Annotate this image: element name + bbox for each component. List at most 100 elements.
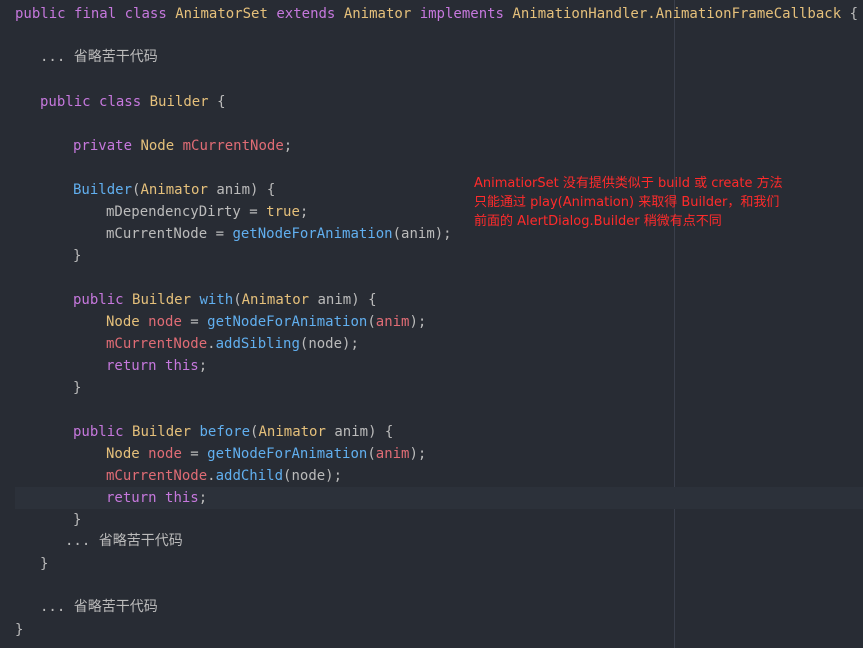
- semicolon: ;: [198, 358, 208, 374]
- class-name: Builder: [149, 94, 209, 110]
- brace: }: [40, 556, 49, 572]
- operator: =: [181, 446, 208, 462]
- keyword: class: [124, 6, 167, 22]
- keyword: implements: [419, 6, 504, 22]
- omitted-code-note: 省略苦干代码: [73, 49, 158, 65]
- code-line-close-brace[interactable]: }: [73, 245, 81, 267]
- constructor-name: Builder: [73, 182, 133, 198]
- type-name: Node: [140, 138, 175, 154]
- right-margin-guide: [674, 0, 675, 648]
- method-call: addChild: [215, 468, 284, 484]
- semicolon: ;: [283, 138, 293, 154]
- dot: .: [207, 336, 216, 352]
- variable-name: node: [148, 446, 182, 462]
- code-line-omitted[interactable]: ... 省略苦干代码: [40, 46, 158, 68]
- paren: (: [367, 314, 376, 330]
- paren-close: );: [409, 314, 427, 330]
- annotation-note: AnimatiorSet 没有提供类似于 build 或 create 方法 只…: [474, 174, 783, 231]
- field-name: mCurrentNode: [106, 336, 208, 352]
- paren: (: [367, 446, 376, 462]
- omitted-code-note: 省略苦干代码: [73, 599, 158, 615]
- keyword: class: [99, 94, 142, 110]
- ellipsis: ...: [40, 49, 66, 65]
- type-name: Node: [106, 314, 140, 330]
- param-rest: anim) {: [309, 292, 377, 308]
- code-line-add-child[interactable]: mCurrentNode.addChild(node);: [106, 465, 342, 487]
- operator: =: [240, 204, 267, 220]
- field-name: mDependencyDirty: [106, 204, 241, 220]
- argument: anim: [375, 446, 410, 462]
- dot: .: [207, 468, 216, 484]
- brace: }: [73, 512, 82, 528]
- call-args: (anim);: [392, 226, 452, 242]
- code-line-assign-current-node[interactable]: mCurrentNode = getNodeForAnimation(anim)…: [106, 223, 452, 245]
- paren-close: );: [409, 446, 427, 462]
- type-name: AnimationHandler.AnimationFrameCallback: [512, 6, 842, 22]
- ellipsis: ...: [65, 533, 91, 549]
- keyword: public: [73, 292, 124, 308]
- param-type: Animator: [258, 424, 326, 440]
- method-name: before: [199, 424, 251, 440]
- method-call: getNodeForAnimation: [207, 446, 368, 462]
- type-name: Animator: [343, 6, 412, 22]
- param-rest: anim) {: [325, 424, 394, 440]
- semicolon: ;: [198, 490, 208, 506]
- operator: =: [207, 226, 233, 242]
- class-name: AnimatorSet: [175, 6, 268, 22]
- method-call: getNodeForAnimation: [207, 314, 368, 330]
- keyword: final: [74, 6, 117, 22]
- code-line-add-sibling[interactable]: mCurrentNode.addSibling(node);: [106, 333, 359, 355]
- boolean-literal: true: [266, 204, 300, 220]
- keyword: this: [165, 358, 199, 374]
- code-line-field-declaration[interactable]: private Node mCurrentNode;: [73, 135, 292, 157]
- code-line-assign-dirty[interactable]: mDependencyDirty = true;: [106, 201, 308, 223]
- code-line-omitted[interactable]: ... 省略苦干代码: [40, 596, 158, 618]
- keyword: return: [106, 490, 157, 506]
- code-line-node-declaration[interactable]: Node node = getNodeForAnimation(anim);: [106, 443, 426, 465]
- method-call: getNodeForAnimation: [232, 226, 393, 242]
- brace: }: [73, 248, 82, 264]
- field-name: mCurrentNode: [182, 138, 284, 154]
- keyword: private: [73, 138, 133, 154]
- call-args: (node);: [283, 468, 343, 484]
- code-line-class-declaration[interactable]: public final class AnimatorSet extends A…: [15, 3, 858, 25]
- code-editor[interactable]: public final class AnimatorSet extends A…: [0, 0, 863, 648]
- keyword: this: [165, 490, 199, 506]
- call-args: (node);: [299, 336, 359, 352]
- code-line-method-before[interactable]: public Builder before(Animator anim) {: [73, 421, 393, 443]
- paren: (: [233, 292, 242, 308]
- code-line-close-brace[interactable]: }: [40, 553, 48, 575]
- code-line-close-brace[interactable]: }: [73, 377, 81, 399]
- code-line-close-brace[interactable]: }: [73, 509, 81, 531]
- code-line-method-with[interactable]: public Builder with(Animator anim) {: [73, 289, 377, 311]
- return-type: Builder: [132, 424, 192, 440]
- code-line-constructor[interactable]: Builder(Animator anim) {: [73, 179, 275, 201]
- return-type: Builder: [132, 292, 192, 308]
- type-name: Node: [106, 446, 140, 462]
- keyword: extends: [276, 6, 336, 22]
- annotation-line: AnimatiorSet 没有提供类似于 build 或 create 方法: [474, 176, 783, 191]
- keyword: public: [40, 94, 91, 110]
- variable-name: node: [148, 314, 182, 330]
- brace: {: [217, 94, 226, 110]
- annotation-line: 只能通过 play(Animation) 来取得 Builder，和我们: [474, 195, 780, 210]
- field-name: mCurrentNode: [106, 226, 208, 242]
- ellipsis: ...: [40, 599, 66, 615]
- method-call: addSibling: [215, 336, 300, 352]
- brace: {: [849, 6, 859, 22]
- code-line-omitted[interactable]: ... 省略苦干代码: [65, 530, 183, 552]
- code-line-node-declaration[interactable]: Node node = getNodeForAnimation(anim);: [106, 311, 426, 333]
- keyword: public: [73, 424, 124, 440]
- code-line-return[interactable]: return this;: [106, 487, 207, 509]
- code-line-return[interactable]: return this;: [106, 355, 207, 377]
- argument: anim: [375, 314, 410, 330]
- operator: =: [181, 314, 208, 330]
- param-type: Animator: [241, 292, 310, 308]
- keyword: return: [106, 358, 157, 374]
- param-rest: anim) {: [207, 182, 276, 198]
- brace: }: [15, 622, 24, 638]
- code-line-close-brace[interactable]: }: [15, 619, 23, 641]
- annotation-line: 前面的 AlertDialog.Builder 稍微有点不同: [474, 214, 722, 229]
- code-line-builder-class[interactable]: public class Builder {: [40, 91, 226, 113]
- keyword: public: [15, 6, 66, 22]
